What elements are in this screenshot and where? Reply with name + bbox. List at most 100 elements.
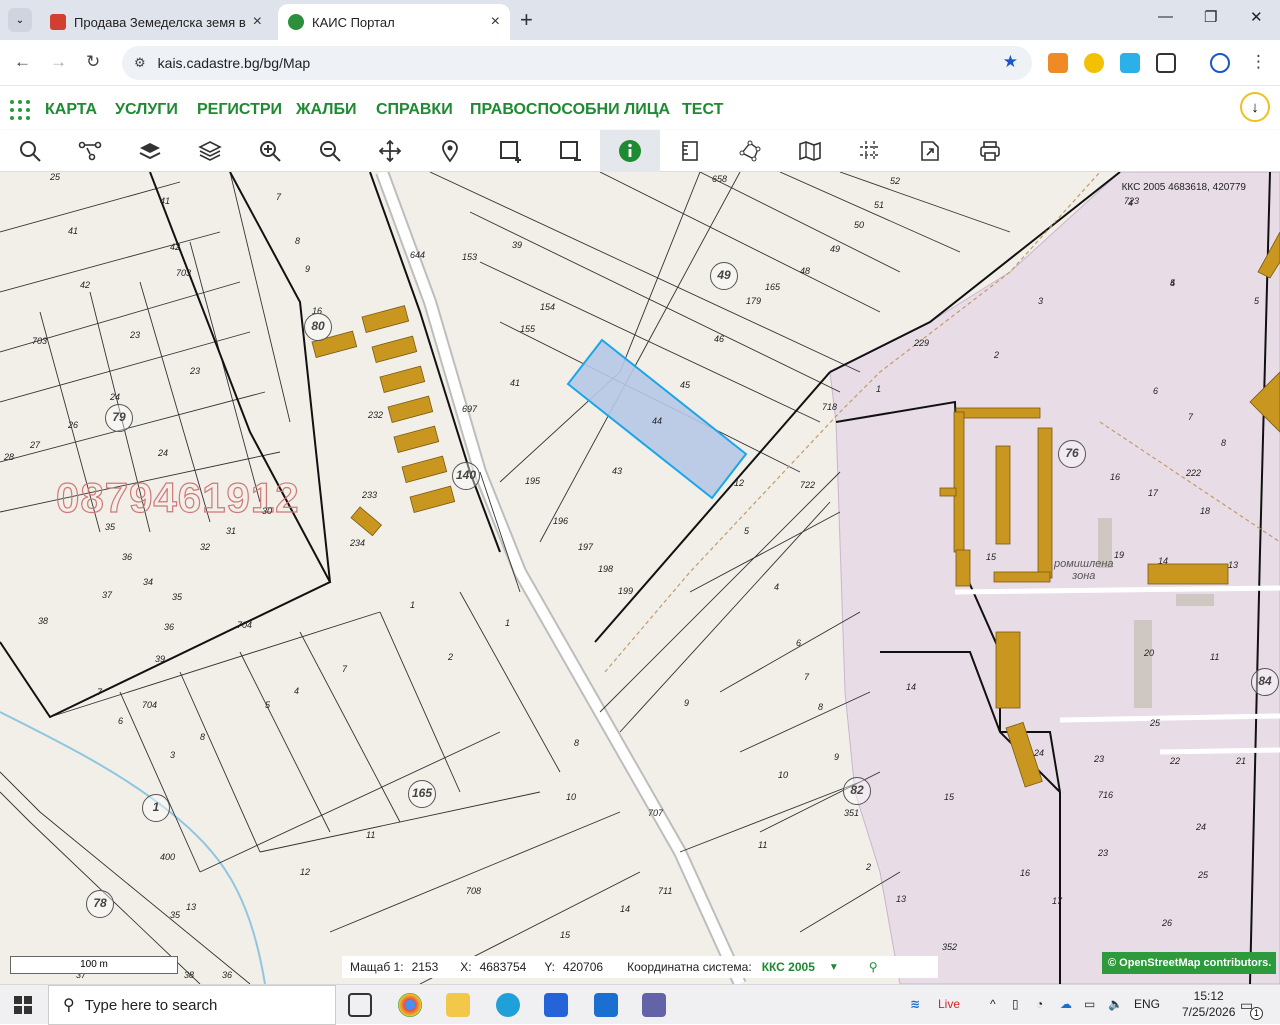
forward-icon[interactable]: → bbox=[50, 52, 67, 72]
print-icon[interactable] bbox=[960, 130, 1020, 172]
parcel-number-label: 38 bbox=[184, 970, 195, 980]
add-area-icon[interactable] bbox=[480, 130, 540, 172]
crs-value[interactable]: ККС 2005 bbox=[762, 960, 815, 974]
info-icon[interactable] bbox=[600, 130, 660, 172]
extensions-puzzle-icon[interactable] bbox=[1156, 53, 1176, 73]
browser-tab-bar: ⌄ Продава Земеделска земя в С × КАИС Пор… bbox=[0, 0, 1280, 40]
live-label[interactable]: Live bbox=[938, 997, 960, 1011]
layers-filled-icon[interactable] bbox=[120, 130, 180, 172]
parcel-number-label: 351 bbox=[844, 808, 860, 818]
search-icon[interactable] bbox=[0, 130, 60, 172]
tray-network-icon[interactable]: ◔ bbox=[1036, 997, 1043, 1011]
close-window-button[interactable]: ✕ bbox=[1250, 8, 1263, 26]
map-icon[interactable] bbox=[780, 130, 840, 172]
close-tab-icon[interactable]: × bbox=[253, 13, 262, 31]
store-icon[interactable] bbox=[544, 993, 568, 1017]
menu-zhalbi[interactable]: ЖАЛБИ bbox=[296, 101, 356, 119]
parcel-number-label: 20 bbox=[1144, 648, 1155, 658]
menu-pravosposobni-lica[interactable]: ПРАВОСПОСОБНИ ЛИЦА bbox=[470, 101, 670, 119]
apps-grid-icon[interactable] bbox=[10, 100, 30, 120]
parcel-number-label: 707 bbox=[648, 808, 664, 818]
taskbar-search[interactable]: ⚲ Type here to search bbox=[48, 985, 336, 1025]
parcel-number-label: 17 bbox=[1148, 488, 1159, 498]
parcel-number-label: 50 bbox=[854, 220, 865, 230]
menu-registri[interactable]: РЕГИСТРИ bbox=[197, 101, 282, 119]
cadastral-map[interactable]: ККС 2005 4683618, 420779 0879461912 25 7 4… bbox=[0, 172, 1280, 984]
parcel-number-label: 9 bbox=[684, 698, 690, 708]
menu-spravki[interactable]: СПРАВКИ bbox=[376, 101, 453, 119]
parcel-number-label: 1 bbox=[876, 384, 882, 394]
new-tab-button[interactable]: + bbox=[520, 7, 533, 33]
bookmark-star-icon[interactable]: ★ bbox=[1003, 52, 1018, 72]
tray-device-icon[interactable]: ▯ bbox=[1012, 997, 1019, 1011]
restore-button[interactable]: ❐ bbox=[1204, 8, 1217, 26]
weather-icon[interactable]: ≋ bbox=[910, 997, 920, 1011]
language-indicator[interactable]: ENG bbox=[1134, 997, 1160, 1011]
dollar-extension-icon[interactable] bbox=[1084, 53, 1104, 73]
parcel-number-label: 12 bbox=[300, 867, 311, 877]
tab-listing[interactable]: Продава Земеделска земя в С × bbox=[40, 4, 272, 40]
sync-extension-icon[interactable] bbox=[1120, 53, 1140, 73]
scale-value: 2153 bbox=[411, 960, 439, 974]
osm-attribution[interactable]: © OpenStreetMap contributors. bbox=[1102, 952, 1276, 974]
crs-dropdown-icon[interactable]: ▼ bbox=[829, 962, 839, 973]
remove-area-icon[interactable] bbox=[540, 130, 600, 172]
zoom-in-icon[interactable] bbox=[240, 130, 300, 172]
metamask-extension-icon[interactable] bbox=[1048, 53, 1068, 73]
download-icon[interactable]: ↓ bbox=[1240, 92, 1270, 122]
parcel-number-label: 400 bbox=[160, 852, 176, 862]
menu-test[interactable]: ТЕСТ bbox=[682, 101, 723, 119]
parcel-number-label: 6 bbox=[118, 716, 124, 726]
zoom-out-icon[interactable] bbox=[300, 130, 360, 172]
url-text[interactable]: kais.cadastre.bg/bg/Map bbox=[158, 55, 311, 71]
omnibox[interactable]: ⚙ kais.cadastre.bg/bg/Map ★ bbox=[122, 46, 1032, 80]
onedrive-icon[interactable]: ☁ bbox=[1060, 997, 1072, 1011]
grid-icon[interactable] bbox=[840, 130, 900, 172]
layers-icon[interactable] bbox=[180, 130, 240, 172]
pan-icon[interactable] bbox=[360, 130, 420, 172]
back-icon[interactable]: ← bbox=[14, 52, 31, 72]
file-explorer-icon[interactable] bbox=[446, 993, 470, 1017]
circled-number-label: 80 bbox=[304, 313, 332, 341]
outlook-icon[interactable] bbox=[594, 993, 618, 1017]
parcel-number-label: 31 bbox=[226, 526, 237, 536]
teams-icon[interactable] bbox=[642, 993, 666, 1017]
reload-icon[interactable]: ↻ bbox=[86, 52, 100, 72]
export-icon[interactable] bbox=[900, 130, 960, 172]
route-icon[interactable] bbox=[60, 130, 120, 172]
parcel-number-label: 30 bbox=[262, 506, 273, 516]
measure-icon[interactable] bbox=[660, 130, 720, 172]
tray-chevron-icon[interactable]: ^ bbox=[990, 997, 996, 1011]
volume-icon[interactable]: 🔈 bbox=[1108, 997, 1123, 1011]
menu-uslugi[interactable]: УСЛУГИ bbox=[115, 101, 178, 119]
parcel-number-label: 195 bbox=[525, 476, 541, 486]
parcel-number-label: 15 bbox=[944, 792, 955, 802]
polygon-icon[interactable] bbox=[720, 130, 780, 172]
profile-icon[interactable] bbox=[1210, 53, 1230, 73]
site-info-icon[interactable]: ⚙ bbox=[134, 55, 146, 71]
chrome-icon[interactable] bbox=[398, 993, 422, 1017]
close-tab-icon[interactable]: × bbox=[491, 13, 500, 31]
windows-start-icon[interactable] bbox=[14, 996, 32, 1014]
task-view-icon[interactable] bbox=[348, 993, 372, 1017]
tab-search-button[interactable]: ⌄ bbox=[8, 8, 32, 32]
location-icon[interactable] bbox=[420, 130, 480, 172]
parcel-number-label: 43 bbox=[612, 466, 623, 476]
parcel-number-label: 26 bbox=[68, 420, 79, 430]
parcel-number-label: 711 bbox=[658, 886, 673, 896]
display-icon[interactable]: ▭ bbox=[1084, 997, 1095, 1011]
y-label: Y: bbox=[544, 960, 556, 974]
tab-kais[interactable]: КАИС Портал × bbox=[278, 4, 510, 40]
zoom-search-icon[interactable]: ⚲ bbox=[869, 960, 878, 974]
menu-karta[interactable]: КАРТА bbox=[45, 101, 97, 119]
clock[interactable]: 15:12 7/25/2026 bbox=[1182, 988, 1235, 1020]
parcel-number-label: 4 bbox=[1170, 278, 1176, 288]
parcel-number-label: 23 bbox=[1094, 754, 1105, 764]
parcel-number-label: 25 bbox=[1198, 870, 1209, 880]
more-menu-icon[interactable]: ⋮ bbox=[1250, 52, 1267, 72]
minimize-button[interactable]: — bbox=[1158, 8, 1173, 25]
parcel-number-label: 723 bbox=[1124, 196, 1140, 206]
y-value: 420706 bbox=[563, 960, 604, 974]
edge-icon[interactable] bbox=[496, 993, 520, 1017]
parcel-number-label: 2 bbox=[448, 652, 454, 662]
